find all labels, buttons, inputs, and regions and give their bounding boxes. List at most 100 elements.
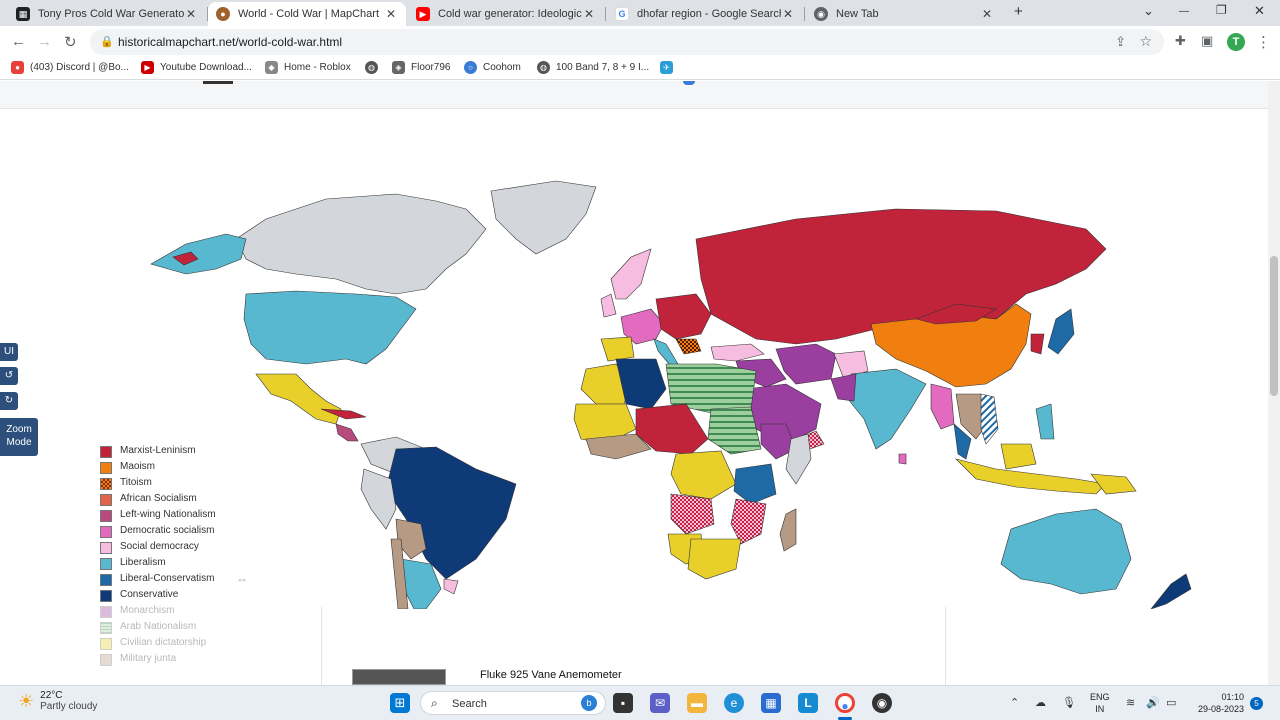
ad-title[interactable]: Fluke 925 Vane Anemometer bbox=[480, 669, 622, 681]
bookmark-globe[interactable]: ◍ bbox=[365, 61, 384, 74]
roblox-icon: ◆ bbox=[265, 61, 278, 74]
close-icon[interactable]: ✕ bbox=[980, 7, 994, 21]
new-tab-button[interactable]: + bbox=[1014, 3, 1023, 20]
onedrive-cloud-icon[interactable]: ☁ bbox=[1035, 696, 1046, 709]
close-icon[interactable]: ✕ bbox=[781, 7, 795, 21]
tab-search-dropdown-icon[interactable]: ⌄ bbox=[1143, 3, 1154, 19]
system-clock[interactable]: 01:10 29-08-2023 bbox=[1188, 691, 1244, 715]
side-panel-icon[interactable]: ▣ bbox=[1201, 33, 1213, 49]
legend-swatch[interactable] bbox=[100, 478, 112, 490]
ui-toggle-button[interactable]: UI bbox=[0, 343, 18, 361]
notification-badge[interactable]: 5 bbox=[1250, 697, 1263, 710]
volume-icon[interactable]: 🔊 bbox=[1146, 696, 1160, 709]
legend-swatch[interactable] bbox=[100, 494, 112, 506]
tab-new-tab[interactable]: ◉ New Tab ✕ bbox=[806, 2, 1002, 26]
legend-item[interactable]: Democratic socialism bbox=[100, 525, 240, 538]
bookmark-roblox[interactable]: ◆ Home - Roblox bbox=[265, 61, 351, 74]
forward-arrow-icon[interactable]: → bbox=[37, 33, 52, 50]
reload-icon[interactable]: ↻ bbox=[64, 33, 77, 51]
legend-swatch[interactable] bbox=[100, 590, 112, 602]
bookmark-floor796[interactable]: ◈ Floor796 bbox=[392, 61, 450, 74]
legend-item[interactable]: Arab Nationalism bbox=[100, 621, 240, 634]
minimize-icon[interactable]: — bbox=[1179, 6, 1189, 17]
bookmark-coohom[interactable]: ○ Coohom bbox=[464, 61, 521, 74]
legend-drag-handle[interactable]: ⇔ bbox=[236, 572, 248, 586]
redo-button[interactable]: ↻ bbox=[0, 392, 18, 410]
map-region-uruguay bbox=[443, 578, 459, 595]
wifi-icon[interactable]: ≋ bbox=[1126, 696, 1135, 709]
l-app-icon[interactable]: L bbox=[798, 693, 818, 713]
legend-swatch[interactable] bbox=[100, 654, 112, 666]
legend-item[interactable]: African Socialism bbox=[100, 493, 240, 506]
zoom-mode-button[interactable]: Zoom Mode bbox=[0, 418, 38, 456]
file-explorer-icon[interactable]: ▬ bbox=[687, 693, 707, 713]
legend-item[interactable]: Marxist-Leninism bbox=[100, 445, 240, 458]
page-scrollbar[interactable] bbox=[1268, 81, 1280, 685]
world-cold-war-map[interactable] bbox=[96, 139, 1256, 609]
windows-start-icon[interactable]: ⊞ bbox=[390, 693, 410, 713]
microsoft-store-icon[interactable]: ▦ bbox=[761, 693, 781, 713]
legend-item[interactable]: Civilian dictatorship bbox=[100, 637, 240, 650]
bookmark-100-band[interactable]: ◍ 100 Band 7, 8 + 9 I... bbox=[537, 61, 649, 74]
lock-icon[interactable]: 🔒 bbox=[100, 35, 114, 48]
profile-avatar[interactable]: T bbox=[1227, 33, 1245, 51]
legend-swatch[interactable] bbox=[100, 558, 112, 570]
legend-swatch[interactable] bbox=[100, 622, 112, 634]
close-icon[interactable]: ✕ bbox=[184, 7, 198, 21]
microphone-icon[interactable]: 🎙 bbox=[1062, 696, 1076, 709]
share-icon[interactable]: ⇪ bbox=[1115, 34, 1126, 50]
header-dot-icon[interactable] bbox=[683, 81, 695, 85]
battery-icon[interactable]: ▭ bbox=[1166, 696, 1176, 709]
tab-mapchart[interactable]: ● World - Cold War | MapChart ✕ bbox=[208, 2, 406, 26]
bookmark-discord[interactable]: ● (403) Discord | @Bo... bbox=[11, 61, 129, 74]
tab-google-search[interactable]: G dhofar region - Google Search ✕ bbox=[607, 2, 803, 26]
legend-swatch[interactable] bbox=[100, 574, 112, 586]
legend-item[interactable]: Social democracy bbox=[100, 541, 240, 554]
tab-youtube-video[interactable]: ▶ Cold war generator: Ideological t ✕ bbox=[408, 2, 604, 26]
edge-icon[interactable]: e bbox=[724, 693, 744, 713]
legend-item[interactable]: Conservative bbox=[100, 589, 240, 602]
legend-item[interactable]: Monarchism bbox=[100, 605, 240, 618]
teams-chat-icon[interactable]: ✉ bbox=[650, 693, 670, 713]
legend-swatch[interactable] bbox=[100, 446, 112, 458]
legend-swatch[interactable] bbox=[100, 638, 112, 650]
obs-icon[interactable]: ◉ bbox=[872, 693, 892, 713]
restore-icon[interactable]: ❐ bbox=[1216, 3, 1227, 17]
chrome-icon[interactable]: ● bbox=[835, 693, 855, 713]
legend-item[interactable]: Liberalism bbox=[100, 557, 240, 570]
url-text[interactable]: historicalmapchart.net/world-cold-war.ht… bbox=[118, 35, 342, 49]
back-arrow-icon[interactable]: ← bbox=[11, 33, 26, 50]
zoom-mode-label: Mode bbox=[6, 437, 32, 448]
legend-swatch[interactable] bbox=[100, 462, 112, 474]
map-region-uk bbox=[600, 293, 617, 318]
legend-item[interactable]: Left-wing Nationalism bbox=[100, 509, 240, 522]
weather-widget[interactable]: ☀ 22°C Partly cloudy bbox=[18, 690, 97, 712]
legend-item[interactable]: Liberal-Conservatism bbox=[100, 573, 240, 586]
tab-cold-war-generator[interactable]: ▦ Tony Pros Cold War Generator -- ✕ bbox=[8, 2, 206, 26]
close-icon[interactable]: ✕ bbox=[582, 7, 596, 21]
address-bar[interactable]: 🔒 historicalmapchart.net/world-cold-war.… bbox=[90, 29, 1164, 55]
legend-item[interactable]: Military junta bbox=[100, 653, 240, 666]
legend-item[interactable]: Maoism bbox=[100, 461, 240, 474]
task-view-icon[interactable]: ▪ bbox=[613, 693, 633, 713]
window-close-icon[interactable]: ✕ bbox=[1254, 3, 1265, 19]
legend-swatch[interactable] bbox=[100, 542, 112, 554]
language-indicator[interactable]: ENG IN bbox=[1090, 691, 1110, 715]
header-control[interactable] bbox=[203, 81, 233, 84]
bookmark-youtube-downloader[interactable]: ▶ Youtube Download... bbox=[141, 61, 252, 74]
ad-product-image[interactable] bbox=[352, 669, 446, 685]
taskbar-search-box[interactable]: ⌕ Search b bbox=[420, 691, 606, 715]
menu-kebab-icon[interactable]: ⋮ bbox=[1256, 33, 1271, 51]
undo-button[interactable]: ↺ bbox=[0, 367, 18, 385]
legend-swatch[interactable] bbox=[100, 606, 112, 618]
show-hidden-icons-icon[interactable]: ⌃ bbox=[1010, 696, 1019, 709]
legend-item[interactable]: Titoism bbox=[100, 477, 240, 490]
legend-swatch[interactable] bbox=[100, 510, 112, 522]
extensions-puzzle-icon[interactable]: ✚ bbox=[1175, 33, 1186, 49]
bookmark-star-icon[interactable]: ☆ bbox=[1139, 33, 1152, 50]
bookmark-bird[interactable]: ✈ bbox=[660, 61, 679, 74]
scrollbar-thumb[interactable] bbox=[1270, 256, 1278, 396]
close-icon[interactable]: ✕ bbox=[384, 7, 398, 21]
bing-icon[interactable]: b bbox=[581, 695, 597, 711]
legend-swatch[interactable] bbox=[100, 526, 112, 538]
